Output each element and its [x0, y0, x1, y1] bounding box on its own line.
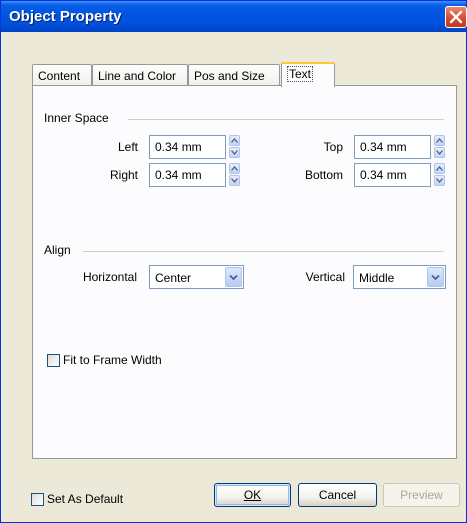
- vertical-align-value: Middle: [359, 271, 395, 285]
- preview-button-label: Preview: [400, 488, 443, 502]
- top-spinner: 0.34 mm: [354, 135, 449, 159]
- cancel-button[interactable]: Cancel: [298, 483, 377, 507]
- horizontal-align-select[interactable]: Center: [149, 265, 244, 289]
- set-as-default-label[interactable]: Set As Default: [47, 492, 123, 506]
- vertical-align-select[interactable]: Middle: [353, 265, 446, 289]
- right-decrement-button[interactable]: [229, 175, 240, 186]
- bottom-increment-button[interactable]: [434, 163, 445, 174]
- close-icon: [449, 10, 463, 24]
- tab-line-and-color[interactable]: Line and Color: [92, 64, 188, 86]
- inner-space-divider: [128, 119, 444, 120]
- align-divider: [83, 251, 444, 252]
- tab-text-label: Text: [287, 66, 314, 82]
- top-label: Top: [323, 140, 343, 154]
- horizontal-label: Horizontal: [82, 270, 137, 284]
- chevron-down-icon: [229, 274, 238, 281]
- left-input[interactable]: 0.34 mm: [149, 135, 226, 159]
- bottom-spinner: 0.34 mm: [354, 163, 449, 187]
- arrow-down-icon: [231, 178, 238, 183]
- title-bar[interactable]: Object Property: [1, 1, 467, 32]
- bottom-input[interactable]: 0.34 mm: [354, 163, 431, 187]
- ok-button[interactable]: OK: [214, 483, 291, 507]
- arrow-up-icon: [436, 138, 443, 143]
- left-increment-button[interactable]: [229, 135, 240, 146]
- tab-panel-text: Inner Space Left 0.34 mm Right 0.34 mm T…: [32, 85, 457, 459]
- bottom-decrement-button[interactable]: [434, 175, 445, 186]
- horizontal-dropdown-button[interactable]: [225, 267, 242, 287]
- tab-pos-and-size[interactable]: Pos and Size: [188, 64, 280, 86]
- top-increment-button[interactable]: [434, 135, 445, 146]
- arrow-up-icon: [231, 166, 238, 171]
- right-increment-button[interactable]: [229, 163, 240, 174]
- dialog-title: Object Property: [9, 8, 122, 25]
- tab-text[interactable]: Text: [281, 62, 335, 87]
- arrow-up-icon: [231, 138, 238, 143]
- left-spinner: 0.34 mm: [149, 135, 244, 159]
- set-as-default-checkbox[interactable]: [31, 493, 44, 506]
- tab-content-label: Content: [38, 69, 81, 83]
- right-label: Right: [109, 168, 138, 182]
- arrow-down-icon: [436, 150, 443, 155]
- chevron-down-icon: [431, 274, 440, 281]
- vertical-label: Vertical: [305, 270, 345, 284]
- arrow-down-icon: [231, 150, 238, 155]
- bottom-label: Bottom: [304, 168, 343, 182]
- tab-content[interactable]: Content: [32, 64, 92, 86]
- horizontal-align-value: Center: [155, 271, 192, 285]
- right-spinner: 0.34 mm: [149, 163, 244, 187]
- fit-to-frame-label[interactable]: Fit to Frame Width: [63, 353, 162, 367]
- arrow-down-icon: [436, 178, 443, 183]
- preview-button[interactable]: Preview: [383, 483, 460, 507]
- arrow-up-icon: [436, 166, 443, 171]
- top-decrement-button[interactable]: [434, 147, 445, 158]
- cancel-button-label: Cancel: [318, 488, 357, 502]
- align-group-label: Align: [44, 243, 71, 257]
- vertical-dropdown-button[interactable]: [427, 267, 444, 287]
- inner-space-group-label: Inner Space: [44, 111, 109, 125]
- tab-pos-and-size-label: Pos and Size: [194, 69, 265, 83]
- tab-line-and-color-label: Line and Color: [98, 69, 177, 83]
- right-input[interactable]: 0.34 mm: [149, 163, 226, 187]
- fit-to-frame-checkbox[interactable]: [47, 354, 60, 367]
- left-label: Left: [117, 140, 138, 154]
- top-input[interactable]: 0.34 mm: [354, 135, 431, 159]
- ok-button-label: OK: [243, 488, 262, 502]
- object-property-dialog: Object Property Content Line and Color P…: [0, 0, 467, 523]
- close-button[interactable]: [445, 6, 467, 28]
- left-decrement-button[interactable]: [229, 147, 240, 158]
